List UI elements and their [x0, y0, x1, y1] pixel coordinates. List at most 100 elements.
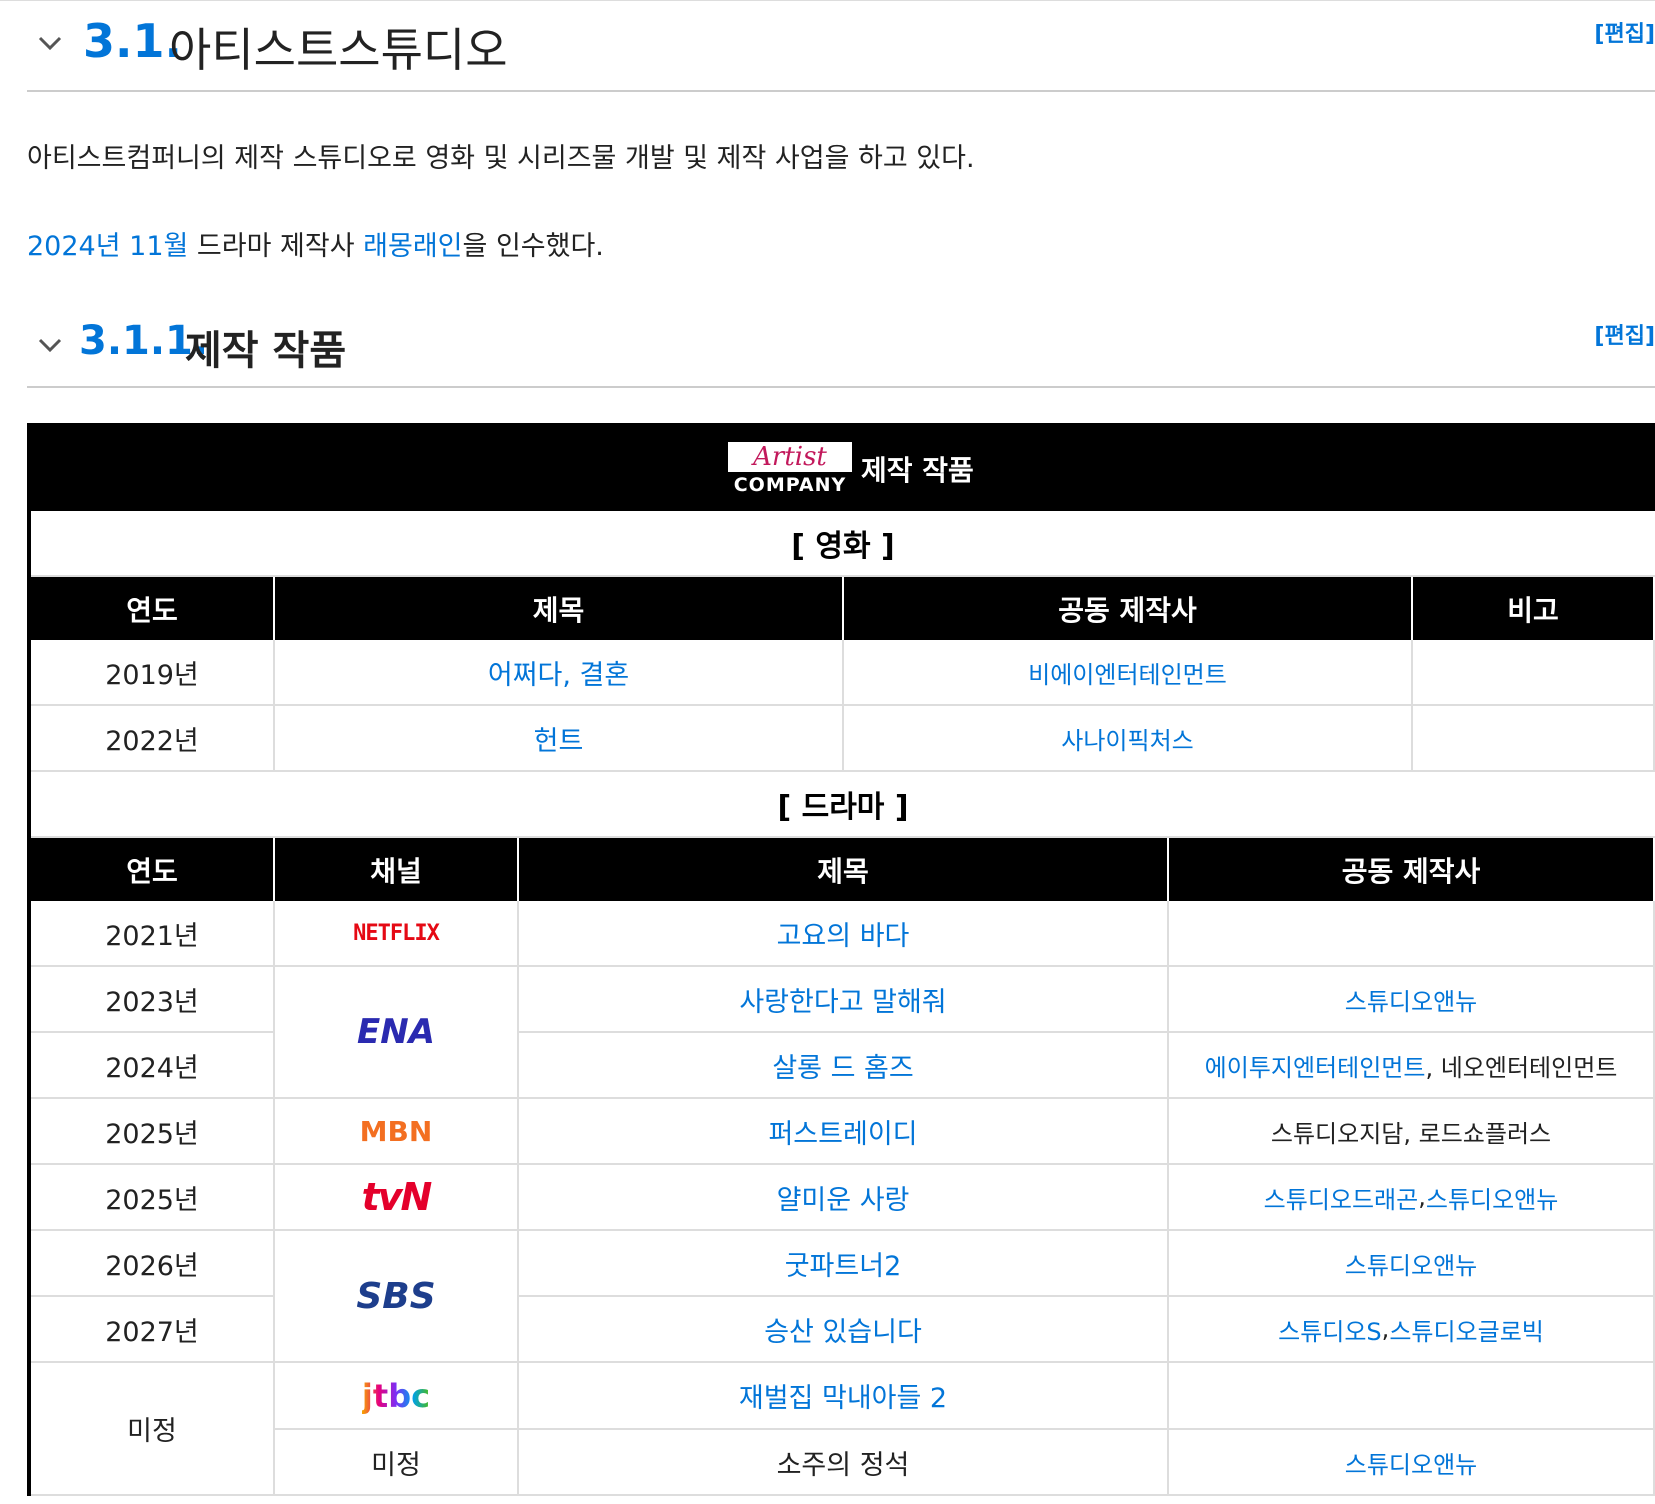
title-link[interactable]: 재벌집 막내아들 2	[519, 1363, 1169, 1430]
logo-band: COMPANY	[728, 472, 852, 498]
table-row: 살롱 드 홈즈 에이투지엔터테인먼트, 네오엔터테인먼트	[519, 1033, 1655, 1099]
works-table: Artist COMPANY 제작 작품 [ 영화 ] 연도 제목 공동 제작사…	[27, 423, 1655, 1496]
title-link[interactable]: 살롱 드 홈즈	[519, 1033, 1169, 1099]
channel-cell: 미정	[275, 1430, 519, 1496]
mbn-logo: MBN	[275, 1099, 519, 1165]
channel-sbs: SBS	[275, 1231, 519, 1363]
edit-link[interactable]: [편집]	[1594, 318, 1655, 350]
channel-jtbc: jtbc	[275, 1363, 519, 1430]
coproducer-link[interactable]: 스튜디오글로빅	[1389, 1312, 1544, 1347]
company-link[interactable]: 래몽래인	[363, 231, 462, 262]
channel-name: MBN	[359, 1114, 433, 1148]
year-cell: 2027년	[31, 1297, 275, 1363]
table-row: 굿파트너2 스튜디오앤뉴	[519, 1231, 1655, 1297]
channel-name: tvN	[361, 1175, 433, 1219]
table-row: 재벌집 막내아들 2	[519, 1363, 1655, 1430]
coproducer-link[interactable]: 스튜디오앤뉴	[1169, 1231, 1655, 1297]
channel-ena: ENA	[275, 967, 519, 1099]
date-link[interactable]: 2024년 11월	[27, 231, 188, 262]
title-link[interactable]: 얄미운 사랑	[519, 1165, 1169, 1231]
coproducer-cell: 스튜디오지담, 로드쇼플러스	[1169, 1099, 1655, 1165]
channel-name: NETFLIX	[353, 920, 440, 946]
coproducer-link[interactable]: 스튜디오앤뉴	[1169, 1430, 1655, 1496]
coproducer-cell	[1169, 1363, 1655, 1430]
col-header: 공동 제작사	[1169, 838, 1655, 901]
coproducer-link[interactable]: 에이투지엔터테인먼트	[1205, 1048, 1426, 1083]
coproducer-link[interactable]: 스튜디오앤뉴	[1426, 1180, 1558, 1215]
table-row: 얄미운 사랑 스튜디오드래곤, 스튜디오앤뉴	[519, 1165, 1655, 1231]
paragraph-acquisition: 2024년 11월 드라마 제작사 래몽래인을 인수했다.	[27, 224, 604, 263]
year-cell: 2026년	[31, 1231, 275, 1297]
chevron-down-icon[interactable]	[37, 30, 63, 56]
note-cell	[1413, 706, 1655, 772]
year-cell: 2024년	[31, 1033, 275, 1099]
section-header-3-1: 3.1. 아티스트스튜디오 [편집]	[27, 0, 1655, 92]
channel-name: SBS	[356, 1275, 436, 1317]
title-link[interactable]: 승산 있습니다	[519, 1297, 1169, 1363]
title-cell: 소주의 정석	[519, 1430, 1169, 1496]
table-row: 2022년 헌트 사나이픽처스	[31, 706, 1655, 772]
paragraph-text: 드라마 제작사	[188, 231, 364, 262]
col-header: 채널	[275, 838, 519, 901]
channel-name: ENA	[357, 1012, 435, 1052]
year-cell: 2025년	[31, 1165, 275, 1231]
netflix-logo: NETFLIX	[275, 901, 519, 967]
tvn-logo: tvN	[275, 1165, 519, 1231]
coproducer-cell	[1169, 901, 1655, 967]
paragraph-description: 아티스트컴퍼니의 제작 스튜디오로 영화 및 시리즈물 개발 및 제작 사업을 …	[27, 143, 975, 174]
section-number: 3.1.	[83, 14, 182, 68]
title-link[interactable]: 퍼스트레이디	[519, 1099, 1169, 1165]
table-row: 소주의 정석 스튜디오앤뉴	[519, 1430, 1655, 1496]
ena-logo: ENA	[275, 967, 519, 1099]
coproducer-link[interactable]: 비에이엔터테인먼트	[844, 640, 1413, 706]
coproducer-cell: 에이투지엔터테인먼트, 네오엔터테인먼트	[1169, 1033, 1655, 1099]
drama-category: [ 드라마 ]	[31, 772, 1655, 838]
separator: ,	[1381, 1315, 1390, 1343]
channel-undecided: 미정	[275, 1430, 519, 1496]
col-header: 비고	[1413, 577, 1655, 640]
separator: ,	[1418, 1183, 1426, 1211]
col-header: 제목	[519, 838, 1169, 901]
col-header: 공동 제작사	[844, 577, 1413, 640]
table-row: 승산 있습니다 스튜디오S, 스튜디오글로빅	[519, 1297, 1655, 1363]
drama-header-row: 연도 채널 제목 공동 제작사	[31, 838, 1655, 901]
year-cell: 2022년	[31, 706, 275, 772]
title-link[interactable]: 어쩌다, 결혼	[275, 640, 844, 706]
col-header: 연도	[31, 838, 275, 901]
channel-tvn: tvN	[275, 1165, 519, 1231]
title-link[interactable]: 고요의 바다	[519, 901, 1169, 967]
chevron-down-icon[interactable]	[37, 332, 63, 358]
section-header-3-1-1: 3.1.1. 제작 작품 [편집]	[27, 300, 1655, 388]
table-row: 사랑한다고 말해줘 스튜디오앤뉴	[519, 967, 1655, 1033]
col-header: 연도	[31, 577, 275, 640]
channel-mbn: MBN	[275, 1099, 519, 1165]
coproducer-cell: 스튜디오S, 스튜디오글로빅	[1169, 1297, 1655, 1363]
coproducer-link[interactable]: 스튜디오앤뉴	[1169, 967, 1655, 1033]
sbs-logo: SBS	[275, 1231, 519, 1363]
film-category: [ 영화 ]	[31, 511, 1655, 577]
edit-link[interactable]: [편집]	[1594, 16, 1655, 48]
coproducer-link[interactable]: 스튜디오S	[1278, 1312, 1382, 1347]
table-title-bar: Artist COMPANY 제작 작품	[31, 427, 1655, 511]
coproducer-link[interactable]: 사나이픽처스	[844, 706, 1413, 772]
section-title: 아티스트스튜디오	[169, 23, 508, 77]
table-row: 고요의 바다	[519, 901, 1655, 967]
table-row: 2019년 어쩌다, 결혼 비에이엔터테인먼트	[31, 640, 1655, 706]
jtbc-logo: jtbc	[275, 1363, 519, 1430]
year-cell: 2019년	[31, 640, 275, 706]
channel-name: jtbc	[361, 1376, 431, 1415]
year-cell: 2021년	[31, 901, 275, 967]
coproducer-text: , 네오엔터테인먼트	[1425, 1053, 1618, 1082]
coproducer-cell: 스튜디오드래곤, 스튜디오앤뉴	[1169, 1165, 1655, 1231]
coproducer-link[interactable]: 스튜디오드래곤	[1264, 1180, 1419, 1215]
artist-company-logo: Artist COMPANY	[726, 440, 854, 500]
logo-script: Artist	[753, 442, 827, 472]
col-header: 제목	[275, 577, 844, 640]
channel-netflix: NETFLIX	[275, 901, 519, 967]
table-title: 제작 작품	[861, 454, 974, 487]
title-link[interactable]: 사랑한다고 말해줘	[519, 967, 1169, 1033]
title-link[interactable]: 헌트	[275, 706, 844, 772]
section-title: 제작 작품	[185, 328, 347, 374]
title-link[interactable]: 굿파트너2	[519, 1231, 1169, 1297]
note-cell	[1413, 640, 1655, 706]
